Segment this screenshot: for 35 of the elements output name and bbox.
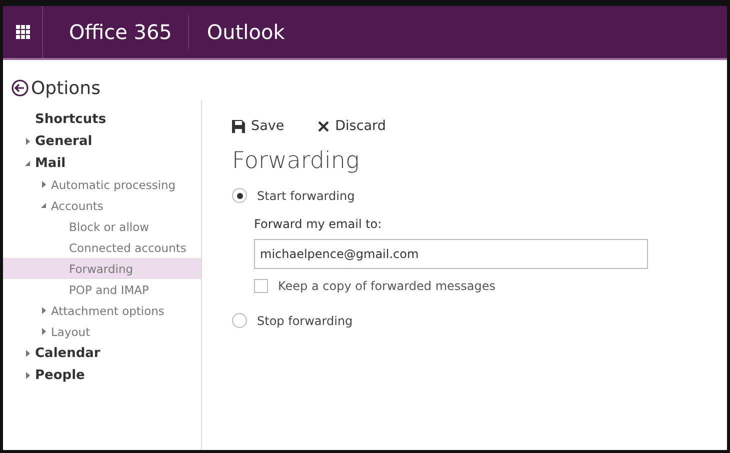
radio-button[interactable]: Start forwarding <box>232 188 355 203</box>
sidebar-item[interactable]: Calendar <box>3 342 201 364</box>
collapsed-arrow-icon[interactable] <box>25 372 31 378</box>
close-icon <box>318 120 330 132</box>
brand-title[interactable]: Office 365 <box>43 15 189 49</box>
sidebar-item[interactable]: People <box>3 364 201 386</box>
discard-button[interactable]: Discard <box>318 118 386 134</box>
collapsed-arrow-icon[interactable] <box>25 138 31 144</box>
save-button[interactable]: Save <box>232 118 284 134</box>
checkbox[interactable] <box>254 279 268 293</box>
sidebar-item[interactable]: General <box>3 130 201 152</box>
expanded-arrow-icon[interactable] <box>41 202 47 209</box>
sidebar-item[interactable]: Mail <box>3 152 201 174</box>
save-icon <box>232 120 245 132</box>
page-title: Forwarding <box>232 148 360 174</box>
options-title[interactable]: Options <box>31 78 100 98</box>
collapsed-arrow-icon[interactable] <box>41 307 47 314</box>
sidebar-item[interactable]: POP and IMAP <box>3 279 201 300</box>
field-label: Forward my email to: <box>254 217 383 231</box>
sidebar-item[interactable]: Layout <box>3 321 201 342</box>
app-title[interactable]: Outlook <box>188 20 285 44</box>
expanded-arrow-icon[interactable] <box>25 160 31 166</box>
sidebar-item[interactable]: Connected accounts <box>3 237 201 258</box>
checkbox-label[interactable]: Keep a copy of forwarded messages <box>278 279 496 293</box>
sidebar-item[interactable]: Accounts <box>3 195 201 216</box>
sidebar-item[interactable]: Block or allow <box>3 216 201 237</box>
radio-button[interactable]: Stop forwarding <box>232 313 353 328</box>
sidebar-item[interactable]: Shortcuts <box>3 108 201 130</box>
collapsed-arrow-icon[interactable] <box>41 181 47 188</box>
back-icon[interactable] <box>11 79 29 97</box>
sidebar-item[interactable]: Automatic processing <box>3 174 201 195</box>
sidebar-item[interactable]: Attachment options <box>3 300 201 321</box>
email-field[interactable]: michaelpence@gmail.com <box>254 239 648 269</box>
collapsed-arrow-icon[interactable] <box>41 328 47 335</box>
collapsed-arrow-icon[interactable] <box>25 350 31 356</box>
